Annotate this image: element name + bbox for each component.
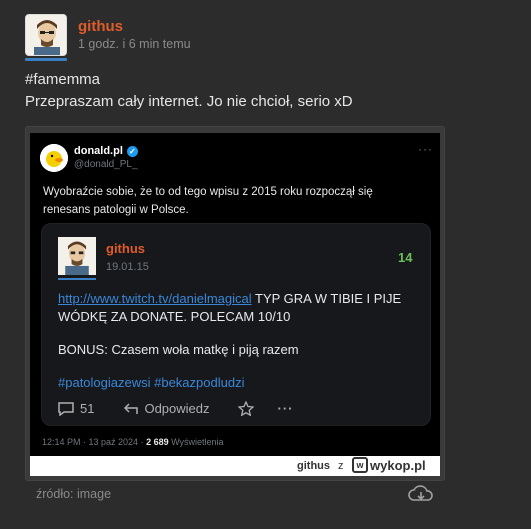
quoted-more-icon: ··· bbox=[277, 401, 294, 416]
quoted-reply: Odpowiedz bbox=[124, 401, 210, 416]
quoted-comments: 51 bbox=[58, 401, 94, 416]
wykop-logo: w wykop.pl bbox=[352, 457, 426, 473]
author-avatar[interactable] bbox=[25, 14, 67, 56]
download-cloud-icon[interactable] bbox=[408, 484, 434, 504]
reply-icon bbox=[124, 402, 139, 414]
verified-badge-icon: ✓ bbox=[126, 145, 138, 157]
quoted-actions: 51 Odpowiedz ··· bbox=[58, 401, 294, 416]
post-time[interactable]: 1 godz. i 6 min temu bbox=[78, 37, 191, 51]
tweet-views-label: Wyświetlenia bbox=[168, 437, 224, 447]
wykop-logo-icon: w bbox=[352, 457, 368, 473]
post-tag[interactable]: #famemma bbox=[25, 71, 100, 88]
tweet-avatar bbox=[40, 144, 68, 172]
post-body: Przepraszam cały internet. Jo nie chcioł… bbox=[25, 93, 353, 110]
tweet-text: Wyobraźcie sobie, że to od tego wpisu z … bbox=[43, 186, 373, 216]
comment-icon bbox=[58, 401, 74, 416]
quoted-reply-label: Odpowiedz bbox=[144, 401, 210, 416]
quoted-vote-count: 14 bbox=[398, 250, 413, 265]
tweet-handle: @donald_PL_ bbox=[74, 159, 138, 170]
tweet-views-count: 2 689 bbox=[146, 437, 169, 447]
avatar-underline bbox=[25, 58, 67, 61]
star-icon bbox=[237, 401, 254, 416]
quoted-avatar-underline bbox=[58, 278, 96, 280]
quoted-bonus: BONUS: Czasem woła matkę i piją razem bbox=[58, 342, 299, 357]
quoted-author-avatar bbox=[58, 237, 96, 275]
more-options-icon: ··· bbox=[418, 142, 433, 156]
quoted-text: http://www.twitch.tv/danielmagical TYP G… bbox=[58, 290, 423, 326]
tweet-author-name: donald.pl ✓ bbox=[74, 145, 138, 157]
quoted-date: 19.01.15 bbox=[106, 261, 149, 273]
source-label: źródło: image bbox=[36, 487, 112, 501]
quoted-tags: #patologiazewsi #bekazpodludzi bbox=[58, 375, 245, 390]
tweet-author-label: donald.pl bbox=[74, 145, 123, 157]
watermark-z: z bbox=[338, 460, 344, 472]
quoted-comments-count: 51 bbox=[80, 401, 95, 416]
author-name[interactable]: githus bbox=[78, 18, 123, 35]
tweet-footer: 12:14 PM · 13 paź 2024 · 2 689 Wyświetle… bbox=[42, 437, 224, 447]
watermark-site: wykop.pl bbox=[370, 457, 426, 473]
quoted-author-name: githus bbox=[106, 241, 145, 256]
quoted-link: http://www.twitch.tv/danielmagical bbox=[58, 291, 252, 306]
watermark-user: githus bbox=[297, 460, 330, 472]
tweet-footer-time: 12:14 PM · 13 paź 2024 · bbox=[42, 437, 147, 447]
post: githus 1 godz. i 6 min temu #famemma Prz… bbox=[0, 0, 531, 529]
